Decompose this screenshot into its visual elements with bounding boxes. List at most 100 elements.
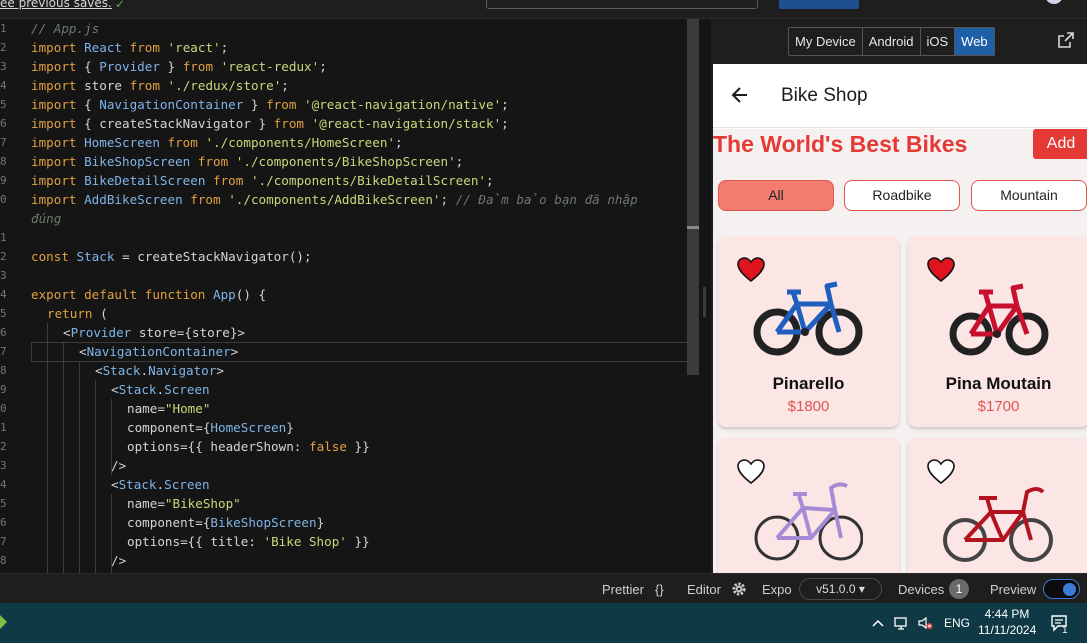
code-line: 3 /> (0, 456, 711, 475)
editor-scrollbar[interactable] (687, 19, 699, 375)
code-line: 5 import { NavigationContainer } from '@r… (0, 95, 711, 114)
network-icon[interactable] (893, 615, 909, 631)
line-number: 7 (0, 136, 7, 149)
filter-chip-mountain[interactable]: Mountain (971, 180, 1087, 211)
code-line: 7 import HomeScreen from './components/Ho… (0, 133, 711, 152)
tab-web[interactable]: Web (955, 28, 994, 55)
screen: ee previous saves. ✓ 1 // App.js 2 import … (0, 0, 1087, 643)
code-text: options={{ title: 'Bike Shop' }} (127, 534, 370, 549)
product-name: Pinarello (772, 374, 845, 393)
open-external-icon[interactable] (1057, 31, 1075, 49)
product-card[interactable] (908, 438, 1087, 573)
code-line: đúng (0, 209, 711, 228)
code-line: 6 import { createStackNavigator } from '@… (0, 114, 711, 133)
line-number: 0 (0, 193, 7, 206)
preview-toggle[interactable] (1043, 579, 1080, 599)
scrollbar-position-marker (687, 226, 699, 229)
line-number: 5 (0, 307, 7, 320)
code-line: 9 <Stack.Screen (0, 380, 711, 399)
code-line: 5 name="BikeShop" (0, 494, 711, 513)
bike-image (754, 482, 863, 561)
code-line: 3 (0, 266, 711, 285)
code-line: 6 component={BikeShopScreen} (0, 513, 711, 532)
line-number: 8 (0, 155, 7, 168)
tab-ios[interactable]: iOS (921, 28, 956, 55)
code-line: 8 /> (0, 551, 711, 570)
notification-count: 1 (1062, 625, 1068, 636)
line-number: 4 (0, 478, 7, 491)
product-card[interactable]: Pinarello $1800 (718, 236, 899, 427)
line-number: 3 (0, 459, 7, 472)
pane-resize-handle[interactable] (703, 287, 706, 317)
green-arrow-icon[interactable] (0, 615, 8, 629)
code-line: 6 <Provider store={store}> (0, 323, 711, 342)
input-language[interactable]: ENG (944, 616, 970, 630)
saved-check-icon: ✓ (115, 0, 126, 11)
save-button[interactable] (779, 0, 859, 9)
volume-muted-icon[interactable] (917, 615, 933, 631)
hero-title: The World's Best Bikes (713, 131, 968, 157)
code-line: 0 name="Home" (0, 399, 711, 418)
project-name-input[interactable] (486, 0, 758, 9)
code-editor[interactable]: 1 // App.js 2 import React from 'react'; 3… (0, 19, 711, 573)
prettier-button[interactable]: Prettier (602, 582, 644, 597)
code-line: 4 import store from './redux/store'; (0, 76, 711, 95)
product-name: Pina Moutain (945, 374, 1052, 393)
code-text: <Stack.Screen (111, 477, 210, 492)
code-line-current: 7 <NavigationContainer> (0, 342, 711, 362)
avatar[interactable] (1045, 0, 1063, 4)
indent-guide (111, 399, 112, 475)
status-bar: Prettier {} Editor Expo v51.0.0 ▾ Device… (0, 573, 1087, 603)
code-line: 0 import AddBikeScreen from './components… (0, 190, 711, 209)
product-card[interactable] (718, 438, 899, 573)
code-text: return ( (47, 306, 108, 321)
tab-my-device[interactable]: My Device (789, 28, 863, 55)
code-lines: 1 // App.js 2 import React from 'react'; 3… (0, 19, 711, 570)
code-line: 5 return ( (0, 304, 711, 323)
app-preview: Bike Shop The World's Best Bikes Add All… (713, 64, 1087, 573)
top-bar: ee previous saves. ✓ (0, 0, 1087, 19)
code-text: import BikeShopScreen from './components… (31, 154, 464, 169)
line-number: 3 (0, 60, 7, 73)
clock-time: 4:44 PM (984, 607, 1030, 621)
code-text: import AddBikeScreen from './components/… (31, 192, 638, 207)
back-arrow-icon[interactable] (730, 85, 750, 105)
previous-saves-link[interactable]: ee previous saves. (0, 0, 112, 10)
windows-taskbar: ENG 4:44 PM 11/11/2024 1 (0, 603, 1087, 643)
chevron-up-icon[interactable] (870, 615, 886, 631)
editor-settings-button[interactable]: Editor (687, 582, 721, 597)
clock[interactable]: 4:44 PM 11/11/2024 (978, 606, 1036, 638)
line-number: 6 (0, 117, 7, 130)
code-line: 8 <Stack.Navigator> (0, 361, 711, 380)
filter-chip-roadbike[interactable]: Roadbike (844, 180, 960, 211)
line-number: 5 (0, 98, 7, 111)
device-tabs: My Device Android iOS Web (788, 27, 995, 56)
product-card[interactable]: Pina Moutain $1700 (908, 236, 1087, 427)
app-header: Bike Shop (713, 64, 1087, 128)
line-number: 5 (0, 497, 7, 510)
tab-android[interactable]: Android (863, 28, 921, 55)
line-number: 2 (0, 440, 7, 453)
braces-icon[interactable]: {} (655, 582, 664, 597)
line-number: 9 (0, 174, 7, 187)
code-line: 2 import React from 'react'; (0, 38, 711, 57)
code-text: name="Home" (127, 401, 211, 416)
expo-version-select[interactable]: v51.0.0 ▾ (799, 578, 882, 600)
indent-guide (111, 494, 112, 573)
gear-icon[interactable] (731, 581, 747, 597)
line-number: 2 (0, 250, 7, 263)
code-line: 1 component={HomeScreen} (0, 418, 711, 437)
code-text: import React from 'react'; (31, 40, 229, 55)
preview-pane: My Device Android iOS Web Bike Shop The … (711, 19, 1087, 573)
add-bike-button[interactable]: Add (1033, 129, 1087, 159)
filter-chip-all[interactable]: All (718, 180, 834, 211)
code-text: import { NavigationContainer } from '@re… (31, 97, 509, 112)
line-number: 2 (0, 41, 7, 54)
code-text: <Stack.Screen (111, 382, 210, 397)
line-number: 7 (0, 345, 7, 358)
product-price: $1700 (977, 398, 1020, 415)
devices-button[interactable]: Devices (898, 582, 944, 597)
line-number: 4 (0, 79, 7, 92)
indent-guide (47, 323, 48, 573)
code-text: import BikeDetailScreen from './componen… (31, 173, 494, 188)
